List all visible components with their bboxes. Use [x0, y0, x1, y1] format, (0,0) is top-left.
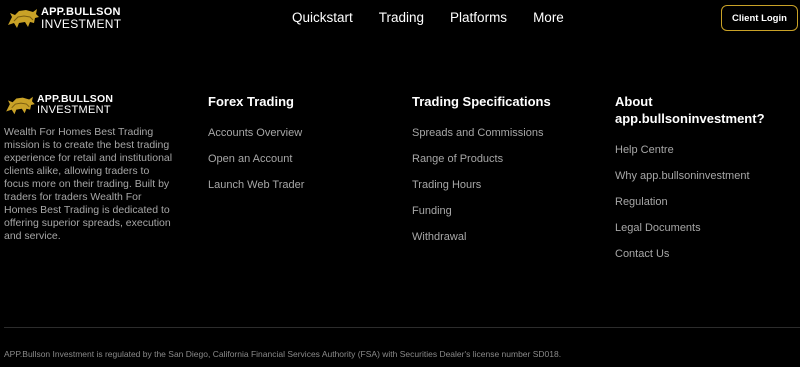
why-us-link[interactable]: Why app.bullsoninvestment: [615, 170, 750, 182]
logo-name-top: APP.BULLSON: [41, 5, 121, 18]
list-item[interactable]: Spreads and Commissions: [412, 127, 551, 140]
bull-logo-icon: [6, 96, 35, 115]
client-login-button[interactable]: Client Login: [721, 5, 798, 31]
logo-name-bottom: INVESTMENT: [41, 16, 122, 31]
footer-column-specs: Trading Specifications Spreads and Commi…: [412, 93, 551, 257]
nav-trading[interactable]: Trading: [379, 10, 424, 26]
accounts-overview-link[interactable]: Accounts Overview: [208, 127, 302, 139]
footer-divider: [4, 327, 800, 328]
contact-us-link[interactable]: Contact Us: [615, 248, 669, 260]
withdrawal-link[interactable]: Withdrawal: [412, 231, 466, 243]
open-account-link[interactable]: Open an Account: [208, 153, 292, 165]
site-header: APP.BULLSON INVESTMENT Quickstart Tradin…: [0, 0, 800, 38]
nav-platforms[interactable]: Platforms: [450, 10, 507, 26]
main-nav: Quickstart Trading Platforms More: [292, 10, 590, 26]
company-mission-text: Wealth For Homes Best Trading mission is…: [4, 126, 173, 242]
list-item[interactable]: Help Centre: [615, 144, 795, 157]
footer-column-forex: Forex Trading Accounts Overview Open an …: [208, 93, 304, 205]
list-item[interactable]: Launch Web Trader: [208, 179, 304, 192]
list-item[interactable]: Legal Documents: [615, 222, 795, 235]
nav-quickstart[interactable]: Quickstart: [292, 10, 353, 26]
funding-link[interactable]: Funding: [412, 205, 452, 217]
nav-more[interactable]: More: [533, 10, 564, 26]
footer-column-about: About app.bullsoninvestment? Help Centre…: [615, 93, 795, 274]
regulatory-disclaimer: APP.Bullson Investment is regulated by t…: [4, 349, 562, 359]
brand-logo[interactable]: APP.BULLSON INVESTMENT: [6, 5, 121, 31]
footer-brand-logo[interactable]: APP.BULLSON INVESTMENT: [4, 93, 113, 117]
page: APP.BULLSON INVESTMENT Quickstart Tradin…: [0, 0, 800, 367]
list-item[interactable]: Funding: [412, 205, 551, 218]
list-item[interactable]: Accounts Overview: [208, 127, 304, 140]
list-item[interactable]: Why app.bullsoninvestment: [615, 170, 795, 183]
regulation-link[interactable]: Regulation: [615, 196, 668, 208]
legal-documents-link[interactable]: Legal Documents: [615, 222, 701, 234]
list-item[interactable]: Contact Us: [615, 248, 795, 261]
list-item[interactable]: Range of Products: [412, 153, 551, 166]
list-item[interactable]: Regulation: [615, 196, 795, 209]
about-heading: About app.bullsoninvestment?: [615, 94, 765, 126]
list-item[interactable]: Open an Account: [208, 153, 304, 166]
list-item[interactable]: Trading Hours: [412, 179, 551, 192]
list-item[interactable]: Withdrawal: [412, 231, 551, 244]
range-of-products-link[interactable]: Range of Products: [412, 153, 503, 165]
footer-logo-name-bottom: INVESTMENT: [37, 103, 111, 116]
forex-heading: Forex Trading: [208, 94, 294, 109]
launch-web-trader-link[interactable]: Launch Web Trader: [208, 179, 304, 191]
trading-hours-link[interactable]: Trading Hours: [412, 179, 481, 191]
help-centre-link[interactable]: Help Centre: [615, 144, 674, 156]
spreads-commissions-link[interactable]: Spreads and Commissions: [412, 127, 543, 139]
bull-logo-icon: [8, 9, 39, 28]
specs-heading: Trading Specifications: [412, 94, 551, 109]
